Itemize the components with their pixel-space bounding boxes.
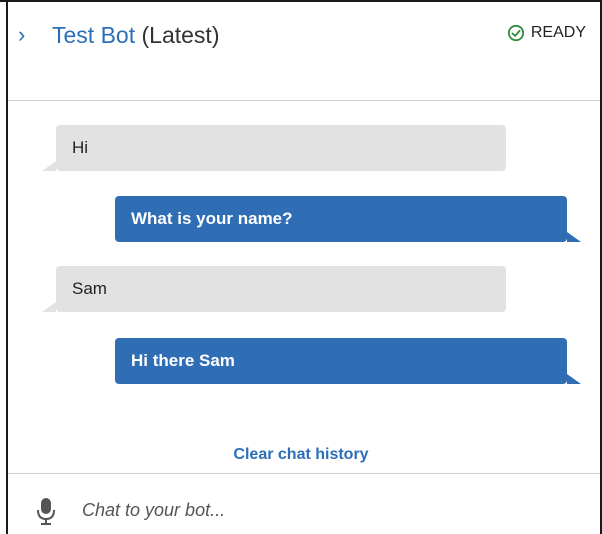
header-divider bbox=[8, 100, 600, 101]
chat-input[interactable] bbox=[82, 496, 562, 524]
bot-bubble-tail bbox=[42, 161, 56, 171]
panel-header: › Test Bot (Latest) READY bbox=[8, 2, 600, 100]
chat-input-row bbox=[8, 474, 600, 534]
message-text: Hi bbox=[72, 138, 89, 157]
bot-title: Test Bot (Latest) bbox=[52, 22, 219, 48]
user-bubble-tail bbox=[567, 374, 581, 384]
user-message: Hi there Sam bbox=[115, 338, 567, 384]
microphone-icon[interactable] bbox=[36, 498, 56, 526]
status-text: READY bbox=[530, 24, 586, 41]
bot-message: Sam bbox=[56, 266, 506, 312]
user-bubble-tail bbox=[567, 232, 581, 242]
user-message: What is your name? bbox=[115, 196, 567, 242]
status-badge: READY bbox=[507, 24, 586, 42]
bot-version: (Latest) bbox=[141, 22, 220, 48]
check-circle-icon bbox=[507, 24, 524, 42]
message-text: Sam bbox=[72, 279, 107, 298]
test-bot-panel: › Test Bot (Latest) READY Hi What is you… bbox=[0, 0, 602, 534]
message-text: Hi there Sam bbox=[131, 351, 235, 370]
bot-bubble-tail bbox=[42, 302, 56, 312]
bot-message: Hi bbox=[56, 125, 506, 171]
collapse-chevron-icon[interactable]: › bbox=[18, 24, 25, 46]
clear-chat-history-link[interactable]: Clear chat history bbox=[0, 446, 602, 464]
bot-name: Test Bot bbox=[52, 22, 136, 48]
message-text: What is your name? bbox=[131, 209, 293, 228]
